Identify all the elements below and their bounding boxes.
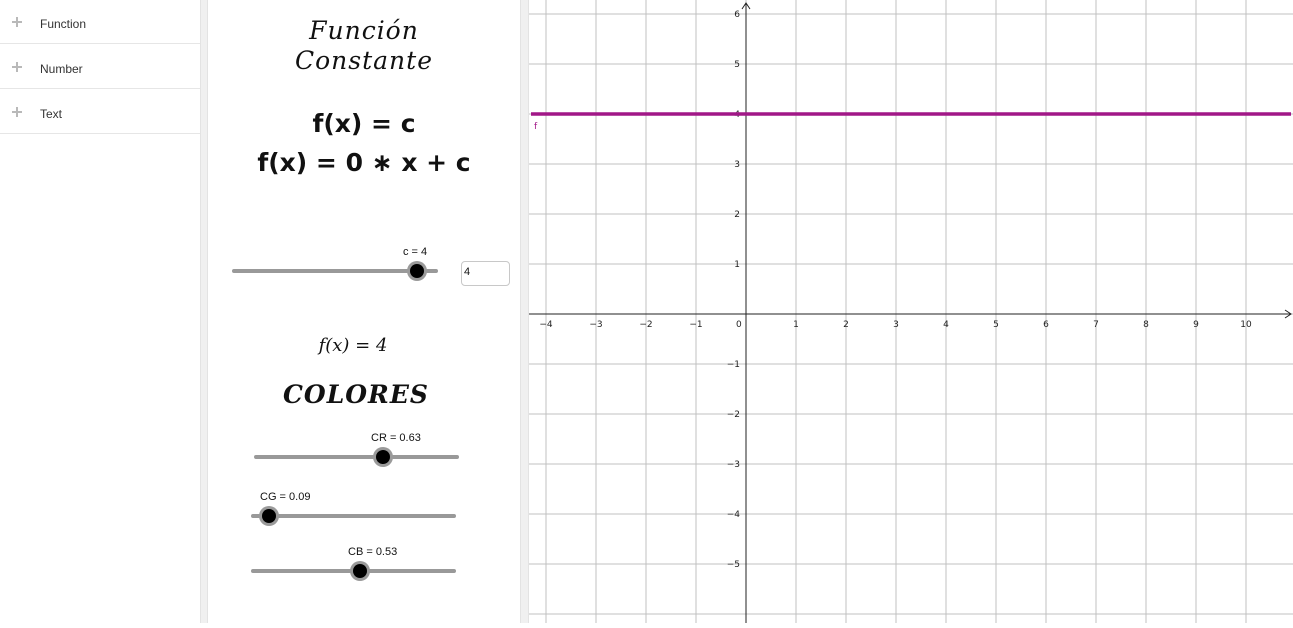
function-f-label: f [534, 122, 538, 132]
y-tick-label: −3 [727, 460, 740, 470]
algebra-item-function[interactable]: Function [0, 0, 200, 44]
y-tick-label: −5 [727, 560, 740, 570]
y-tick-label: 3 [734, 160, 740, 170]
plus-icon[interactable] [11, 106, 23, 118]
x-tick-label: 3 [893, 320, 899, 330]
x-tick-label: 5 [993, 320, 999, 330]
y-tick-label: −4 [727, 510, 741, 520]
plus-icon[interactable] [11, 16, 23, 28]
y-tick-label: −2 [727, 410, 740, 420]
slider-cg-track[interactable] [251, 514, 456, 518]
slider-cr-label: CR = 0.63 [371, 432, 421, 444]
slider-cr-track[interactable] [254, 455, 459, 459]
slider-cb-label: CB = 0.53 [348, 546, 398, 558]
slider-cg-knob[interactable] [262, 509, 277, 523]
graph-canvas[interactable]: −4 −3 −2 −1 0 1 2 3 4 5 6 7 8 9 10654321−1−2−3−4−5f [529, 0, 1293, 623]
y-tick-label: 1 [734, 260, 740, 270]
x-tick-label: 7 [1093, 320, 1099, 330]
algebra-item-label: Number [40, 62, 83, 76]
y-tick-label: 5 [734, 60, 740, 70]
colores-title: COLORES [283, 380, 429, 409]
slider-c-knob[interactable] [410, 264, 425, 278]
x-tick-label: −3 [589, 320, 602, 330]
formula-linear: f(x) = 0 ∗ x + c [257, 148, 471, 177]
x-tick-label: 8 [1143, 320, 1149, 330]
formula-constant: f(x) = c [312, 109, 416, 138]
algebra-item-number[interactable]: Number [0, 45, 200, 89]
x-tick-label: 6 [1043, 320, 1049, 330]
title-line-1: Función [309, 16, 419, 45]
x-tick-label: 9 [1193, 320, 1199, 330]
panel-splitter[interactable] [200, 0, 208, 623]
algebra-item-text[interactable]: Text [0, 90, 200, 134]
slider-cb-knob[interactable] [352, 564, 367, 578]
x-tick-label: 2 [843, 320, 849, 330]
algebra-item-label: Function [40, 17, 87, 31]
panel-splitter[interactable] [520, 0, 529, 623]
x-tick-label: 4 [943, 320, 949, 330]
slider-cr-knob[interactable] [376, 450, 391, 464]
slider-c-input[interactable]: 4 [461, 261, 510, 286]
y-tick-label: 2 [734, 210, 740, 220]
graphics-view[interactable]: −4 −3 −2 −1 0 1 2 3 4 5 6 7 8 9 10 6 5 4 3 2 1 −1 −2 −3 −4 −5 f [529, 0, 1293, 623]
y-tick-label: 6 [734, 10, 740, 20]
slider-c-track[interactable] [232, 269, 438, 273]
x-tick-label: −4 [539, 320, 553, 330]
graphics-view-2: Función Constante f(x) = c f(x) = 0 ∗ x … [208, 0, 520, 623]
algebra-item-label: Text [40, 107, 63, 121]
x-tick-label: 0 [736, 320, 742, 330]
x-tick-label: −2 [639, 320, 652, 330]
slider-cg-label: CG = 0.09 [260, 491, 311, 503]
slider-c-label: c = 4 [403, 246, 428, 258]
plus-icon[interactable] [11, 61, 23, 73]
y-tick-label: −1 [727, 360, 740, 370]
title-line-2: Constante [294, 46, 433, 75]
x-tick-label: −1 [689, 320, 702, 330]
x-tick-label: 10 [1240, 320, 1252, 330]
algebra-view: Function Number Text [0, 0, 200, 623]
x-tick-label: 1 [793, 320, 799, 330]
result-formula: f(x) = 4 [318, 335, 388, 356]
